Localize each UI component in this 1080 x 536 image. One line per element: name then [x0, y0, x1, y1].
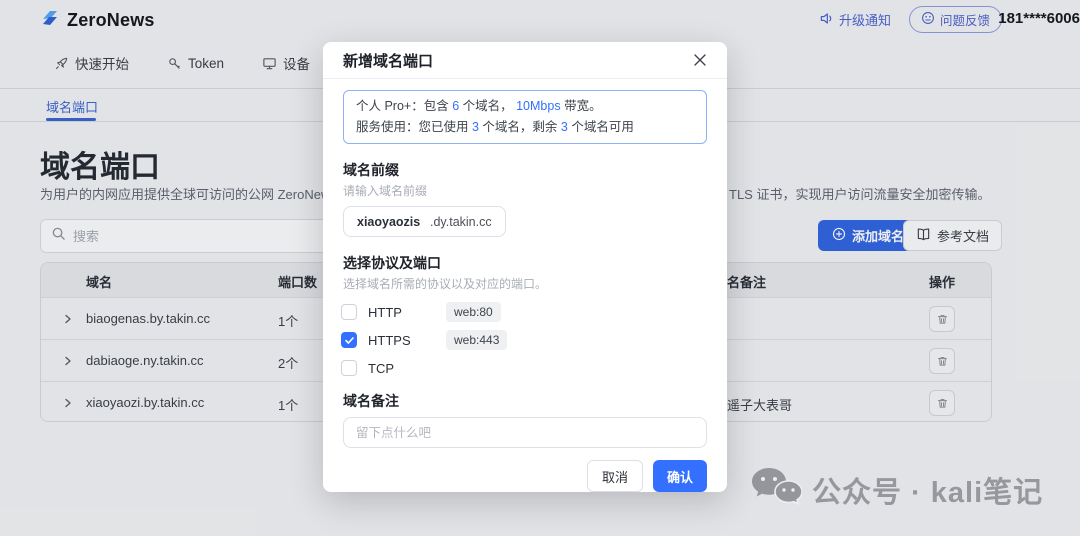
watermark: 公众号 · kali笔记 — [750, 466, 1043, 513]
protocol-row-https: HTTPS web:443 — [343, 331, 707, 349]
close-icon[interactable] — [693, 53, 707, 67]
port-tag: web:443 — [446, 330, 507, 350]
tcp-checkbox[interactable] — [341, 360, 357, 376]
plan-info-box: 个人 Pro+：包含 6 个域名， 10Mbps 带宽。 服务使用：您已使用 3… — [343, 90, 707, 144]
protocol-name: HTTPS — [368, 333, 411, 348]
http-checkbox[interactable] — [341, 304, 357, 320]
add-domain-modal: 新增域名端口 个人 Pro+：包含 6 个域名， 10Mbps 带宽。 服务使用… — [323, 42, 727, 492]
confirm-button[interactable]: 确认 — [653, 460, 707, 492]
prefix-input[interactable] — [357, 215, 425, 229]
prefix-label: 域名前缀 — [343, 160, 707, 180]
domain-prefix-field[interactable]: .dy.takin.cc — [343, 206, 506, 237]
protocol-list: HTTP web:80 HTTPS web:443 TCP — [343, 303, 707, 377]
remark-label: 域名备注 — [343, 391, 707, 411]
protocol-row-http: HTTP web:80 — [343, 303, 707, 321]
wechat-icon — [750, 466, 802, 513]
remark-input[interactable] — [343, 417, 707, 448]
protocol-hint: 选择域名所需的协议以及对应的端口。 — [343, 276, 707, 293]
protocol-label: 选择协议及端口 — [343, 253, 707, 273]
remaining-domain-count: 3 — [561, 120, 568, 134]
https-checkbox[interactable] — [341, 332, 357, 348]
modal-title: 新增域名端口 — [343, 50, 433, 71]
domain-suffix: .dy.takin.cc — [430, 215, 492, 229]
watermark-text: 公众号 · kali笔记 — [812, 469, 1043, 511]
protocol-name: HTTP — [368, 305, 402, 320]
protocol-row-tcp: TCP — [343, 359, 707, 377]
used-domain-count: 3 — [472, 120, 479, 134]
prefix-hint: 请输入域名前缀 — [343, 183, 707, 200]
protocol-name: TCP — [368, 361, 394, 376]
plan-bandwidth: 10Mbps — [516, 99, 560, 113]
plan-info-line2: 服务使用：您已使用 3 个域名，剩余 3 个域名可用 — [356, 117, 694, 138]
modal-body: 个人 Pro+：包含 6 个域名， 10Mbps 带宽。 服务使用：您已使用 3… — [323, 79, 727, 492]
modal-header: 新增域名端口 — [323, 42, 727, 79]
cancel-button[interactable]: 取消 — [587, 460, 643, 492]
modal-footer: 取消 确认 — [343, 460, 707, 492]
plan-info-line1: 个人 Pro+：包含 6 个域名， 10Mbps 带宽。 — [356, 96, 694, 117]
app-screen: ZeroNews 升级通知 问题反馈 181****6006 快速开始 — [0, 0, 1080, 536]
port-tag: web:80 — [446, 302, 501, 322]
